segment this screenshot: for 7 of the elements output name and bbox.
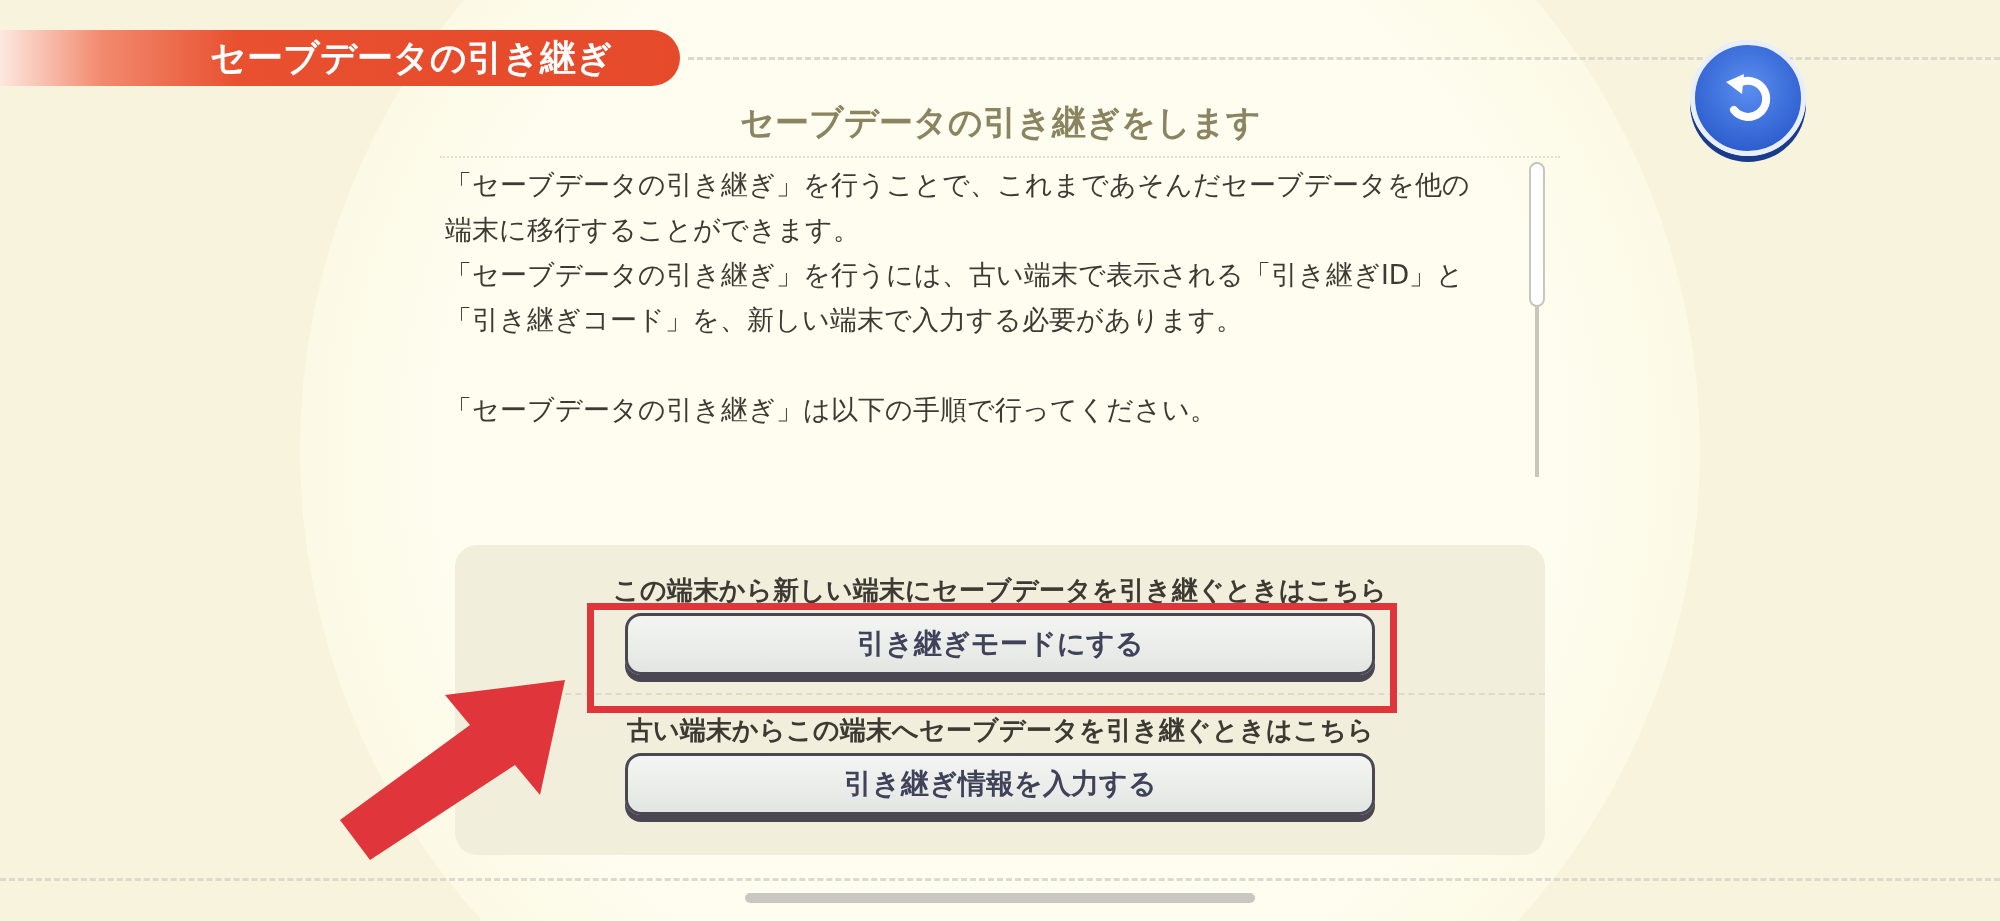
option-caption: この端末から新しい端末にセーブデータを引き継ぐときはこちら	[613, 574, 1387, 607]
option-caption: 古い端末からこの端末へセーブデータを引き継ぐときはこちら	[626, 714, 1374, 747]
section-heading: セーブデータの引き継ぎをします	[440, 100, 1560, 158]
description-text: 「セーブデータの引き継ぎ」を行うには、古い端末で表示される「引き継ぎID」と「引き継ぎコード」を、新しい端末で入力する必要があります。	[445, 258, 1466, 337]
description-text: 「セーブデータの引き継ぎ」は以下の手順で行ってください。	[445, 393, 1218, 427]
description-text: 「セーブデータの引き継ぎ」を行うことで、これまであそんだセーブデータを他の端末に移行することができます。	[445, 168, 1471, 247]
screen-title: セーブデータの引き継ぎ	[0, 30, 680, 86]
